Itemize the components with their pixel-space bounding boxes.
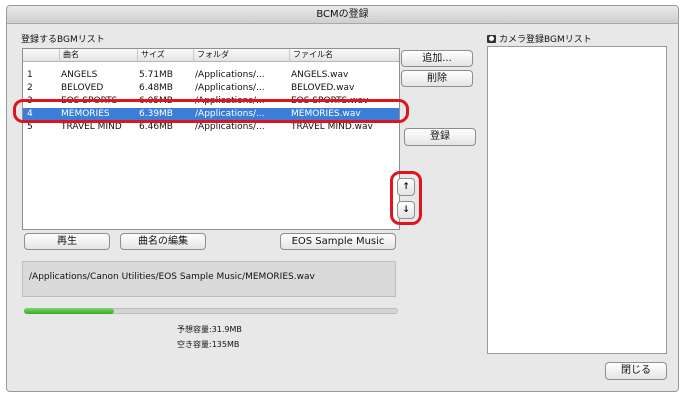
col-size-header[interactable]: サイズ	[137, 49, 193, 61]
row-number: 1	[27, 70, 33, 80]
col-number-header	[23, 49, 59, 61]
row-folder: /Applications/...	[195, 83, 265, 93]
col-folder-header[interactable]: フォルダ	[193, 49, 289, 61]
move-down-icon: ↓	[402, 205, 410, 215]
row-size: 5.71MB	[139, 70, 173, 80]
camera-bgm-list-label: カメラ登録BGMリスト	[487, 32, 592, 45]
window-title: BCMの登録	[7, 6, 678, 24]
bgm-list-header: 曲名 サイズ フォルダ ファイル名	[23, 49, 399, 62]
row-filename: BELOVED.wav	[291, 83, 355, 93]
expected-capacity-text: 予想容量:31.9MB	[177, 325, 242, 334]
bgm-list[interactable]: 曲名 サイズ フォルダ ファイル名 1 ANGELS 5.71MB /Appli…	[22, 48, 400, 230]
bgm-list-label: 登録するBGMリスト	[21, 35, 105, 45]
play-button[interactable]: 再生	[24, 233, 110, 250]
move-down-button[interactable]: ↓	[397, 201, 415, 219]
progress-fill	[24, 308, 114, 314]
capacity-progress-bar	[24, 305, 398, 319]
selected-row-highlight	[13, 99, 409, 123]
register-button[interactable]: 登録	[404, 128, 476, 146]
free-capacity-text: 空き容量:135MB	[177, 340, 240, 349]
camera-bgm-list-title: カメラ登録BGMリスト	[499, 35, 592, 45]
delete-button[interactable]: 削除	[401, 70, 473, 87]
move-up-button[interactable]: ↑	[397, 178, 415, 196]
add-button[interactable]: 追加...	[401, 50, 473, 67]
camera-bgm-list[interactable]	[487, 46, 667, 354]
row-title: BELOVED	[61, 83, 104, 93]
row-folder: /Applications/...	[195, 70, 265, 80]
close-button[interactable]: 閉じる	[605, 362, 667, 380]
move-up-icon: ↑	[402, 182, 410, 192]
camera-icon	[487, 35, 496, 43]
bgm-register-window: BCMの登録 登録するBGMリスト 曲名 サイズ フォルダ ファイル名 1 AN…	[6, 5, 679, 392]
row-filename: ANGELS.wav	[291, 70, 349, 80]
col-filename-header[interactable]: ファイル名	[289, 49, 399, 61]
row-size: 6.48MB	[139, 83, 173, 93]
file-path-display: /Applications/Canon Utilities/EOS Sample…	[22, 261, 396, 297]
col-title-header[interactable]: 曲名	[59, 49, 137, 61]
edit-title-button[interactable]: 曲名の編集	[120, 233, 206, 250]
row-number: 2	[27, 83, 33, 93]
row-title: ANGELS	[61, 70, 98, 80]
table-row[interactable]: 1 ANGELS 5.71MB /Applications/... ANGELS…	[23, 69, 399, 81]
eos-sample-music-button[interactable]: EOS Sample Music	[280, 233, 396, 250]
table-row[interactable]: 2 BELOVED 6.48MB /Applications/... BELOV…	[23, 82, 399, 94]
